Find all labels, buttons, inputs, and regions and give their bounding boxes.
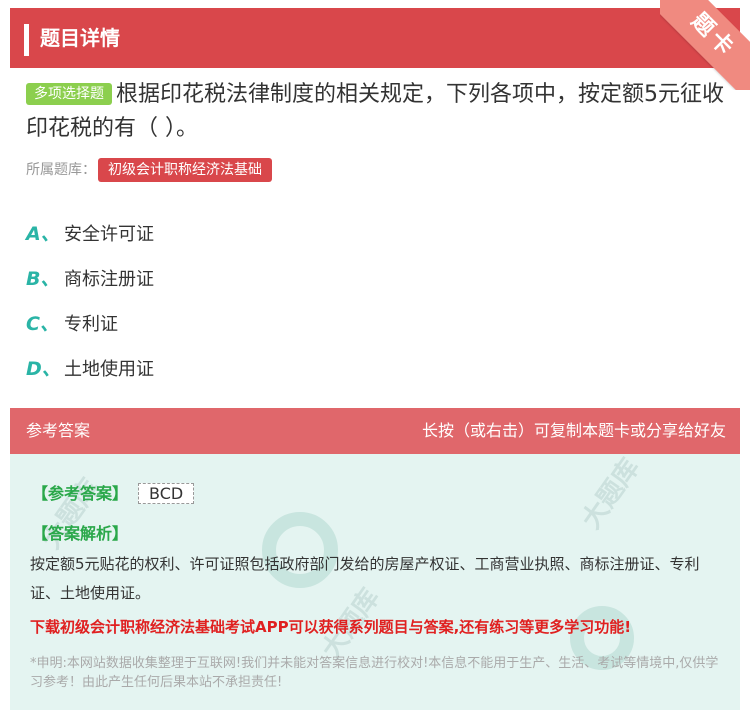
option-text: 土地使用证 [64, 358, 154, 380]
answer-panel: 大题库 大题库 大题库 【参考答案】 BCD 【答案解析】 按定额5元贴花的权利、… [10, 454, 740, 710]
question-bank-row: 所属题库： 初级会计职称经济法基础 [26, 158, 272, 182]
reference-answer-row: 【参考答案】 BCD [32, 480, 195, 504]
reference-answer-value[interactable]: BCD [138, 483, 195, 504]
question-card-ribbon[interactable]: 题卡 [660, 0, 750, 90]
question-bank-tag[interactable]: 初级会计职称经济法基础 [98, 158, 272, 182]
option-a[interactable]: A、 安全许可证 [26, 210, 154, 255]
header-accent-bar [24, 24, 29, 56]
option-b[interactable]: B、 商标注册证 [26, 255, 154, 300]
reference-answer-label: 【参考答案】 [32, 484, 129, 503]
page-header: 题目详情 [10, 8, 740, 68]
option-list: A、 安全许可证 B、 商标注册证 C、 专利证 D、 土地使用证 [26, 210, 154, 390]
option-d[interactable]: D、 土地使用证 [26, 345, 154, 390]
option-c[interactable]: C、 专利证 [26, 300, 154, 345]
question-text: 根据印花税法律制度的相关规定，下列各项中，按定额5元征收印花税的有（ ）。 [26, 82, 724, 141]
option-letter: B、 [26, 268, 60, 290]
option-letter: D、 [26, 358, 61, 380]
page-title: 题目详情 [40, 26, 120, 50]
question-type-tag: 多项选择题 [26, 83, 112, 105]
app-download-promo[interactable]: 下载初级会计职称经济法基础考试APP可以获得系列题目与答案,还有练习等更多学习功… [30, 616, 631, 637]
question-card-badge[interactable]: 题卡 [660, 0, 750, 90]
option-text: 专利证 [64, 313, 118, 335]
watermark-text: 大题库 [576, 454, 646, 535]
share-hint: 长按（或右击）可复制本题卡或分享给好友 [421, 421, 726, 440]
analysis-label: 【答案解析】 [32, 524, 129, 543]
option-letter: A、 [26, 223, 60, 245]
answer-section-header: 参考答案 长按（或右击）可复制本题卡或分享给好友 [10, 408, 740, 454]
option-text: 商标注册证 [64, 268, 154, 290]
option-text: 安全许可证 [64, 223, 154, 245]
disclaimer-text: *申明:本网站数据收集整理于互联网!我们并未能对答案信息进行校对!本信息不能用于… [30, 656, 719, 690]
answer-section-title: 参考答案 [26, 421, 91, 440]
analysis-text: 按定额5元贴花的权利、许可证照包括政府部门发给的房屋产权证、工商营业执照、商标注… [30, 555, 700, 602]
question-stem: 多项选择题 根据印花税法律制度的相关规定，下列各项中，按定额5元征收印花税的有（ … [26, 78, 726, 146]
option-letter: C、 [26, 313, 59, 335]
question-bank-label: 所属题库： [26, 162, 96, 178]
